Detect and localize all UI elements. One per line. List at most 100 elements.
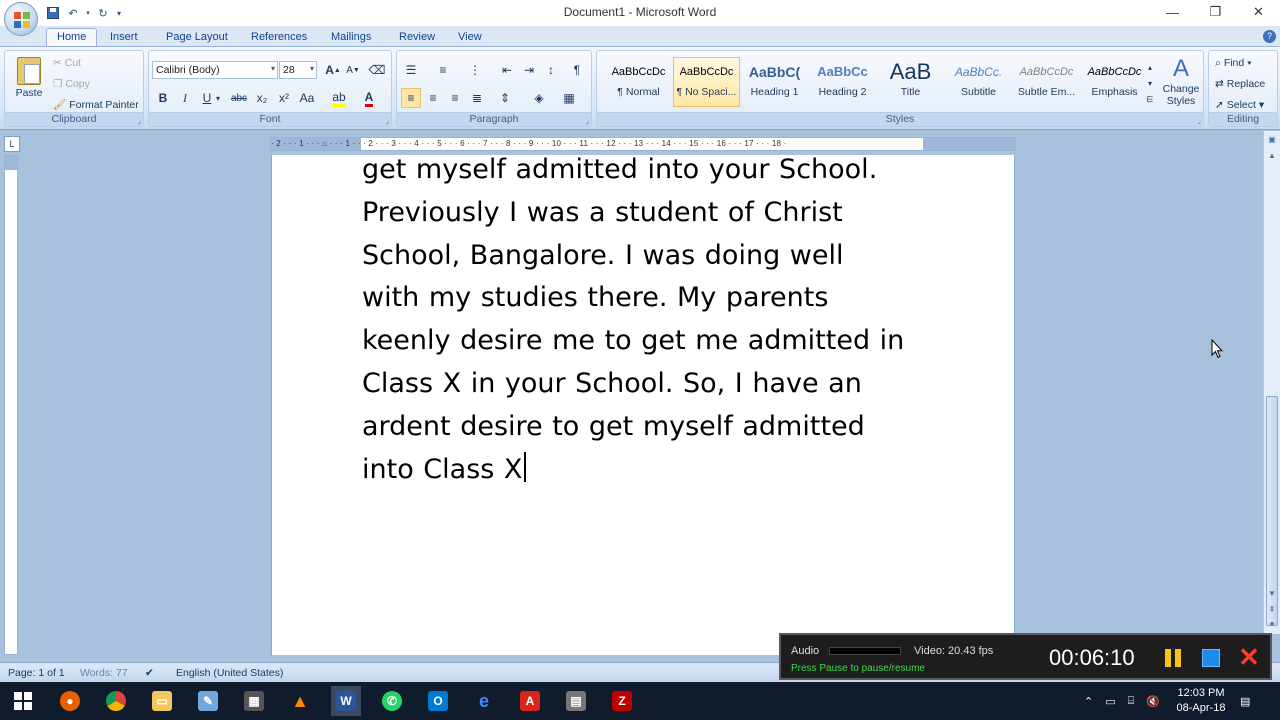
calculator-2-icon[interactable]: ▤ [561, 686, 591, 716]
vertical-scrollbar[interactable]: ▣ ▲ ▼ ⇞ ● [1263, 131, 1280, 634]
bullets-icon[interactable]: ☰ [401, 60, 421, 80]
language-indicator[interactable]: English (United States) [176, 667, 283, 679]
highlight-icon[interactable]: ab [329, 88, 349, 108]
document-line: get myself admitted into your School. [362, 154, 878, 185]
word-count[interactable]: Words: 77 [80, 667, 128, 679]
style-emphasis[interactable]: AaBbCcDc Emphasis [1081, 57, 1148, 107]
tab-insert[interactable]: Insert [100, 29, 148, 47]
font-family-select[interactable]: Calibri (Body) ▾ [152, 61, 278, 79]
whatsapp-icon[interactable]: ✆ [377, 686, 407, 716]
scroll-up-icon[interactable]: ▲ [1264, 151, 1280, 165]
page-count[interactable]: Page: 1 of 1 [8, 667, 65, 679]
scroll-down-icon[interactable]: ▼ [1264, 589, 1280, 603]
clear-formatting-icon[interactable]: ⌫ [367, 60, 387, 80]
outlook-icon[interactable]: O [423, 686, 453, 716]
minimize-button[interactable]: — [1151, 0, 1194, 24]
browse-object-icon[interactable]: ● [1264, 619, 1280, 633]
close-button[interactable]: ✕ [1237, 0, 1280, 24]
justify-icon[interactable]: ≣ [467, 88, 487, 108]
sort-icon[interactable]: ↕ [541, 60, 561, 80]
multilevel-list-icon[interactable]: ⋮ [465, 60, 485, 80]
tab-home[interactable]: Home [46, 28, 98, 46]
office-button[interactable] [4, 2, 38, 36]
align-center-icon[interactable]: ≡ [423, 88, 443, 108]
tab-selector-icon[interactable]: L [4, 136, 20, 152]
gallery-more-icon[interactable]: ⋿ [1145, 89, 1155, 109]
edge-icon[interactable]: e [469, 686, 499, 716]
style-subtle-emphasis[interactable]: AaBbCcDc Subtle Em... [1013, 57, 1080, 107]
word-icon[interactable]: W [331, 686, 361, 716]
strikethrough-button[interactable]: abc [229, 88, 249, 108]
volume-muted-icon[interactable]: 🔇 [1146, 695, 1160, 708]
italic-button[interactable]: I [175, 88, 195, 108]
calculator-icon[interactable]: ▦ [239, 686, 269, 716]
vlc-icon[interactable]: ▲ [285, 686, 315, 716]
vertical-ruler[interactable] [4, 155, 18, 655]
select-button[interactable]: ➚ Select ▾ [1215, 99, 1264, 111]
shading-icon[interactable]: ◈ [529, 88, 549, 108]
change-case-button[interactable]: Aa [297, 88, 317, 108]
file-explorer-icon[interactable]: ▭ [147, 686, 177, 716]
align-right-icon[interactable]: ≡ [445, 88, 465, 108]
action-center-icon[interactable]: ▤ [1240, 682, 1250, 720]
tab-references[interactable]: References [241, 29, 317, 47]
document-body[interactable]: get myself admitted into your School. Pr… [362, 149, 942, 491]
battery-icon[interactable]: ▭ [1105, 695, 1115, 708]
style-normal[interactable]: AaBbCcDc ¶ Normal [605, 57, 672, 107]
chrome-icon[interactable] [101, 686, 131, 716]
superscript-button[interactable]: x² [274, 88, 294, 108]
replace-button[interactable]: ⇄ Replace [1215, 78, 1265, 90]
ruler-toggle-icon[interactable]: ▣ [1264, 135, 1280, 149]
cut-button[interactable]: ✂ Cut [53, 57, 81, 69]
network-icon[interactable]: ⌸ [1128, 695, 1135, 708]
previous-page-icon[interactable]: ⇞ [1264, 605, 1280, 619]
text-caret [524, 451, 527, 482]
system-clock[interactable]: 12:03 PM 08-Apr-18 [1166, 686, 1236, 716]
tab-view[interactable]: View [448, 29, 492, 47]
subscript-button[interactable]: x₂ [252, 88, 272, 108]
tab-mailings[interactable]: Mailings [321, 29, 381, 47]
show-hidden-icons-icon[interactable]: ⌃ [1084, 695, 1093, 708]
document-page[interactable]: get myself admitted into your School. Pr… [271, 154, 1015, 655]
chevron-down-icon[interactable]: ▾ [213, 88, 223, 108]
firefox-icon[interactable]: ● [55, 686, 85, 716]
bold-button[interactable]: B [153, 88, 173, 108]
font-size-select[interactable]: 28 ▾ [279, 61, 317, 79]
style-subtitle[interactable]: AaBbCc. Subtitle [945, 57, 1012, 107]
style-no-spacing[interactable]: AaBbCcDc ¶ No Spaci... [673, 57, 740, 107]
style-heading-1[interactable]: AaBbC( Heading 1 [741, 57, 808, 107]
filezilla-icon[interactable]: Z [607, 686, 637, 716]
restore-button[interactable]: ❐ [1194, 0, 1237, 24]
grow-font-button[interactable]: A ▲ [323, 60, 343, 80]
find-button[interactable]: ⌕ Find ▾ [1215, 57, 1252, 70]
paste-button[interactable]: Paste [11, 55, 47, 110]
close-icon[interactable]: ✕ [1236, 644, 1262, 671]
help-icon[interactable]: ? [1263, 30, 1276, 43]
stop-icon[interactable] [1202, 649, 1220, 667]
shrink-font-button[interactable]: A ▼ [343, 60, 363, 80]
align-left-icon[interactable]: ≡ [401, 88, 421, 108]
proofing-icon[interactable]: ✔ [145, 667, 154, 679]
change-styles-button[interactable]: A Change Styles [1159, 55, 1203, 107]
windows-start-icon[interactable] [8, 686, 38, 716]
decrease-indent-icon[interactable]: ⇤ [497, 60, 517, 80]
style-heading-2[interactable]: AaBbCc Heading 2 [809, 57, 876, 107]
increase-indent-icon[interactable]: ⇥ [519, 60, 539, 80]
tab-page-layout[interactable]: Page Layout [156, 29, 238, 47]
format-painter-button[interactable]: 🖌 Format Painter [53, 98, 139, 111]
style-title[interactable]: AaB Title [877, 57, 944, 107]
acrobat-icon[interactable]: A [515, 686, 545, 716]
font-launcher-icon[interactable]: ⌟ [385, 116, 389, 125]
styles-launcher-icon[interactable]: ⌟ [1197, 116, 1201, 125]
font-color-button[interactable]: A [359, 88, 379, 108]
borders-icon[interactable]: ▦ [559, 88, 579, 108]
line-spacing-icon[interactable]: ⇕ [495, 88, 515, 108]
notepad-icon[interactable]: ✎ [193, 686, 223, 716]
copy-button[interactable]: ❐ Copy [53, 78, 90, 90]
show-formatting-icon[interactable]: ¶ [567, 60, 587, 80]
pause-icon[interactable] [1165, 649, 1183, 667]
tab-review[interactable]: Review [389, 29, 445, 47]
numbering-icon[interactable]: ≡ [433, 60, 453, 80]
clipboard-launcher-icon[interactable]: ⌟ [137, 116, 141, 125]
paragraph-launcher-icon[interactable]: ⌟ [585, 116, 589, 125]
